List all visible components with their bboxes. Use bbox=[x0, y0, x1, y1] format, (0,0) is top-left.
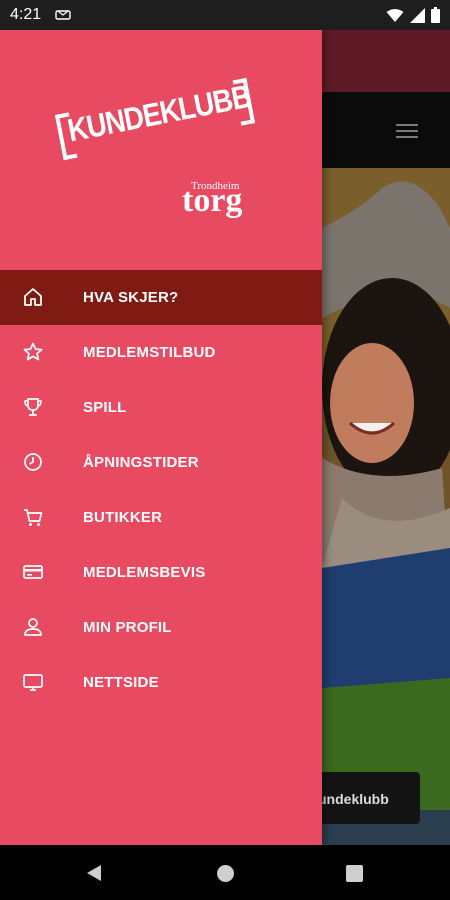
menu-item-nettside[interactable]: NETTSIDE bbox=[0, 655, 322, 710]
app-toolbar bbox=[322, 30, 450, 92]
person-icon bbox=[24, 618, 42, 636]
status-time: 4:21 bbox=[10, 6, 42, 23]
menu-item-butikker[interactable]: BUTIKKER bbox=[0, 490, 322, 545]
menu-item-apningstider[interactable]: ÅPNINGSTIDER bbox=[0, 435, 322, 490]
battery-icon bbox=[431, 7, 440, 23]
logo-word: KUNDEKLUBB bbox=[64, 77, 254, 149]
logo-wordmark: KUNDEKLUBB bbox=[52, 64, 257, 172]
home-circle-icon[interactable] bbox=[217, 865, 234, 882]
monitor-icon bbox=[23, 674, 43, 691]
drawer-menu: HVA SKJER? MEDLEMSTILBUD SPILL ÅPNINGSTI… bbox=[0, 270, 322, 710]
clock-icon bbox=[24, 453, 42, 471]
menu-item-label: MEDLEMSTILBUD bbox=[83, 344, 216, 361]
menu-item-label: ÅPNINGSTIDER bbox=[83, 454, 199, 471]
back-icon[interactable] bbox=[86, 864, 102, 882]
kundeklubb-logo: KUNDEKLUBB Trondheim torg bbox=[54, 78, 261, 220]
kundeklubb-button-label: undeklubb bbox=[318, 791, 389, 807]
card-icon bbox=[23, 565, 43, 579]
menu-item-label: NETTSIDE bbox=[83, 674, 159, 691]
trophy-icon bbox=[24, 398, 42, 416]
menu-item-spill[interactable]: SPILL bbox=[0, 380, 322, 435]
app-header bbox=[322, 92, 450, 168]
cell-signal-icon bbox=[410, 7, 425, 23]
hero-photo bbox=[322, 168, 450, 810]
menu-item-medlemsbevis[interactable]: MEDLEMSBEVIS bbox=[0, 545, 322, 600]
notification-icon bbox=[55, 10, 71, 20]
menu-item-label: MEDLEMSBEVIS bbox=[83, 564, 206, 581]
menu-item-medlemstilbud[interactable]: MEDLEMSTILBUD bbox=[0, 325, 322, 380]
menu-icon[interactable] bbox=[396, 123, 418, 139]
menu-item-label: MIN PROFIL bbox=[83, 619, 172, 636]
navigation-drawer: KUNDEKLUBB Trondheim torg HVA SKJER? MED… bbox=[0, 30, 322, 845]
cart-icon bbox=[24, 509, 43, 526]
status-bar: 4:21 bbox=[0, 0, 450, 30]
menu-item-label: HVA SKJER? bbox=[83, 289, 179, 306]
recents-icon[interactable] bbox=[346, 865, 363, 882]
menu-item-hva-skjer[interactable]: HVA SKJER? bbox=[0, 270, 322, 325]
menu-item-min-profil[interactable]: MIN PROFIL bbox=[0, 600, 322, 655]
wifi-icon bbox=[386, 8, 404, 22]
system-navigation-bar bbox=[0, 845, 450, 900]
menu-item-label: BUTIKKER bbox=[83, 509, 163, 526]
home-icon bbox=[24, 288, 42, 306]
logo-subtitle: torg bbox=[182, 182, 243, 219]
star-icon bbox=[23, 342, 43, 361]
menu-item-label: SPILL bbox=[83, 399, 127, 416]
